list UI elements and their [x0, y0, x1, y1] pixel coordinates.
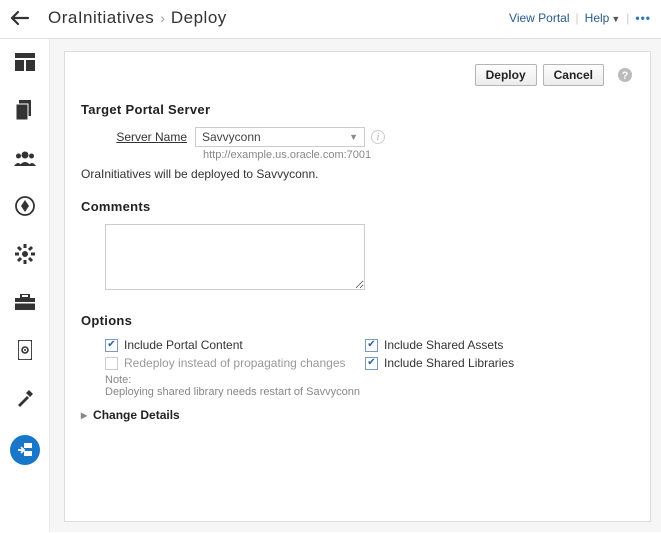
- templates-icon[interactable]: [13, 99, 37, 121]
- redeploy-label: Redeploy instead of propagating changes: [124, 356, 346, 370]
- deploy-panel: Deploy Cancel ? Target Portal Server Ser…: [64, 51, 651, 522]
- include-shared-libraries-checkbox[interactable]: [365, 357, 378, 370]
- server-url: http://example.us.oracle.com:7001: [203, 149, 634, 161]
- back-button[interactable]: [8, 6, 32, 30]
- options-note-label: Note:: [105, 374, 634, 386]
- toolbox-icon[interactable]: [13, 291, 37, 313]
- include-shared-assets-label: Include Shared Assets: [384, 338, 503, 352]
- section-title-comments: Comments: [81, 199, 634, 214]
- overflow-menu-icon[interactable]: •••: [635, 11, 651, 25]
- breadcrumb-separator: ›: [160, 10, 165, 26]
- breadcrumb: OraInitiatives › Deploy: [48, 8, 509, 28]
- dashboard-icon[interactable]: [13, 51, 37, 73]
- chevron-right-icon: ▸: [81, 408, 87, 422]
- svg-text:?: ?: [622, 70, 629, 82]
- server-name-select[interactable]: Savvyconn ▼: [195, 127, 365, 147]
- server-name-label: Server Name: [105, 130, 195, 144]
- directions-icon[interactable]: [13, 195, 37, 217]
- users-icon[interactable]: [13, 147, 37, 169]
- chevron-down-icon: ▼: [349, 132, 358, 142]
- settings-icon[interactable]: [13, 243, 37, 265]
- tools-icon[interactable]: [13, 387, 37, 409]
- section-title-options: Options: [81, 313, 634, 328]
- breadcrumb-root[interactable]: OraInitiatives: [48, 8, 154, 28]
- include-portal-content-checkbox[interactable]: [105, 339, 118, 352]
- view-portal-link[interactable]: View Portal: [509, 11, 569, 25]
- comments-textarea[interactable]: [105, 224, 365, 290]
- cancel-button[interactable]: Cancel: [543, 64, 604, 86]
- deploy-target-note: OraInitiatives will be deployed to Savvy…: [81, 167, 634, 181]
- info-icon[interactable]: i: [371, 130, 385, 144]
- help-icon[interactable]: ?: [616, 66, 634, 84]
- options-note-text: Deploying shared library needs restart o…: [105, 386, 634, 398]
- deploy-button[interactable]: Deploy: [475, 64, 537, 86]
- change-details-toggle[interactable]: ▸ Change Details: [81, 408, 634, 422]
- deploy-icon[interactable]: [10, 435, 40, 465]
- include-portal-content-label: Include Portal Content: [124, 338, 243, 352]
- section-title-target: Target Portal Server: [81, 102, 634, 117]
- redeploy-checkbox: [105, 357, 118, 370]
- breadcrumb-current: Deploy: [171, 8, 227, 28]
- mobile-icon[interactable]: [13, 339, 37, 361]
- include-shared-assets-checkbox[interactable]: [365, 339, 378, 352]
- include-shared-libraries-label: Include Shared Libraries: [384, 356, 514, 370]
- help-menu[interactable]: Help▼: [585, 11, 621, 25]
- caret-down-icon: ▼: [611, 14, 620, 24]
- sidebar: [0, 39, 50, 532]
